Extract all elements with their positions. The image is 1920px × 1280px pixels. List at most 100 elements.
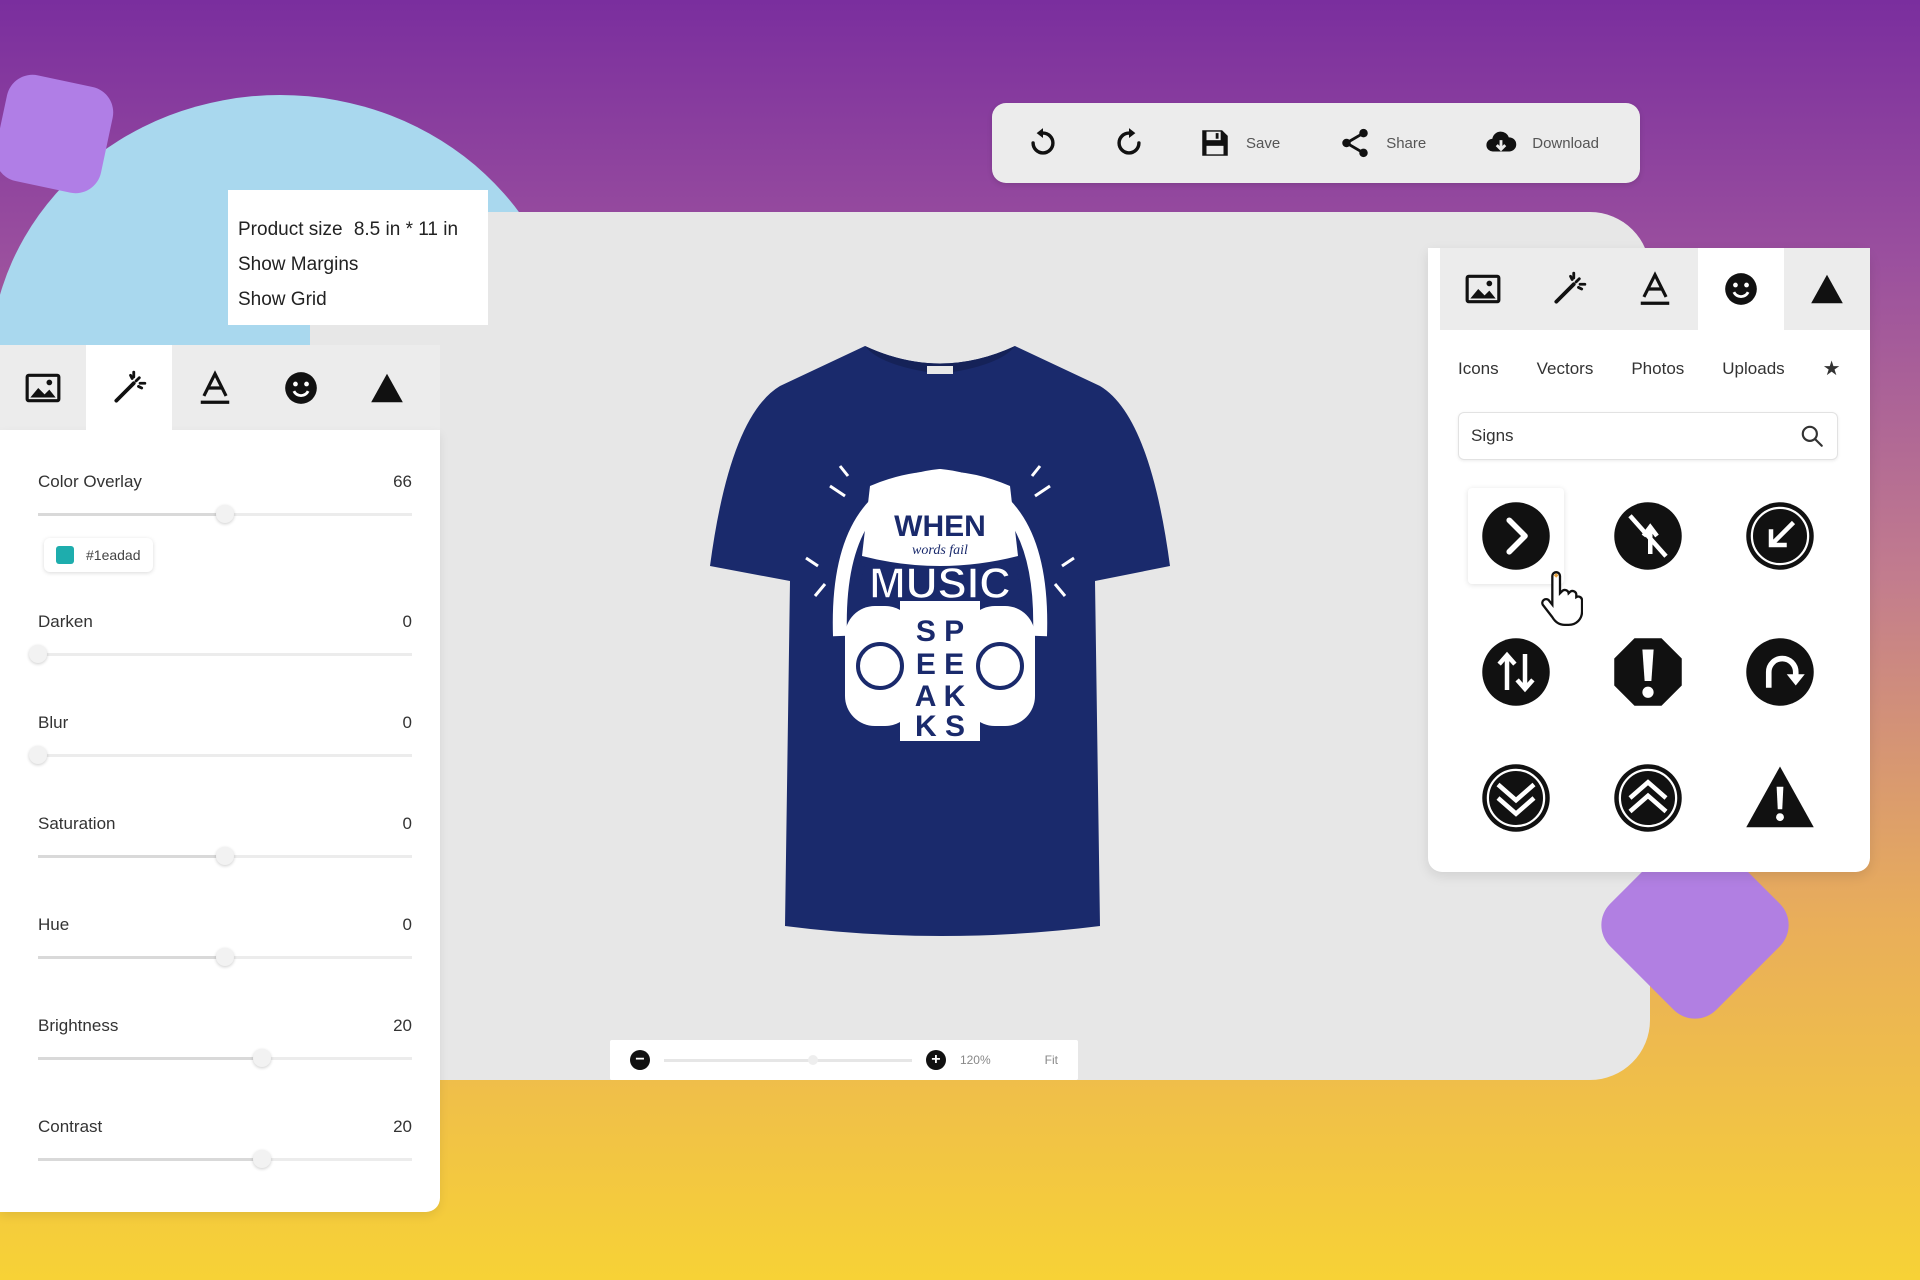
magic-wand-icon [1554, 271, 1587, 304]
exclamation-octagon-sign-icon[interactable] [1600, 624, 1696, 720]
image-icon [1465, 274, 1501, 304]
subtab-uploads[interactable]: Uploads [1722, 359, 1784, 379]
zoom-in-button[interactable]: + [925, 1050, 946, 1070]
slider-color-overlay: Color Overlay 66 [38, 452, 412, 538]
share-button[interactable]: Share [1338, 126, 1426, 160]
double-chevron-down-sign-icon[interactable] [1468, 750, 1564, 846]
slider-value: 0 [402, 713, 412, 732]
share-label: Share [1386, 134, 1427, 152]
slider-fill [38, 855, 225, 858]
slider-value: 66 [393, 472, 412, 491]
text-icon [200, 369, 230, 404]
subtab-icons[interactable]: Icons [1458, 359, 1499, 379]
slider-label: Brightness [38, 1016, 119, 1035]
zoom-slider[interactable] [664, 1054, 912, 1065]
chevron-right-sign-icon[interactable] [1468, 488, 1564, 584]
zoom-level: 120% [959, 1053, 991, 1067]
search-input[interactable] [1471, 426, 1799, 446]
download-label: Download [1532, 134, 1599, 152]
smiley-icon [1725, 273, 1757, 305]
slider-track[interactable] [38, 505, 412, 523]
slider-track[interactable] [38, 1150, 412, 1168]
product-size-label: Product size [238, 219, 343, 240]
color-overlay-swatch[interactable]: #1eadad [44, 538, 153, 572]
slider-thumb[interactable] [253, 1049, 272, 1067]
image-icon [25, 373, 61, 402]
tab-text[interactable] [172, 345, 258, 430]
double-chevron-up-sign-icon[interactable] [1600, 750, 1696, 846]
slider-label: Saturation [38, 814, 116, 833]
slider-thumb[interactable] [216, 948, 234, 966]
slider-track[interactable] [38, 847, 412, 865]
print-text-music: MUSIC [869, 559, 1011, 608]
tshirt-mockup[interactable]: WHEN words fail MUSIC S P E E A K K S [700, 336, 1180, 946]
arrow-down-left-sign-icon[interactable] [1732, 488, 1828, 584]
adjustments-body: Color Overlay 66 #1eadad Darken 0 Blur 0 Satura… [0, 430, 440, 1212]
subtab-photos[interactable]: Photos [1631, 359, 1684, 379]
slider-label: Contrast [38, 1117, 103, 1136]
zoom-fit-button[interactable]: Fit [1045, 1053, 1058, 1067]
slider-thumb[interactable] [29, 645, 47, 663]
tab-clipart[interactable] [258, 345, 344, 430]
no-left-turn-sign-icon[interactable] [1600, 488, 1696, 584]
clipart-search [1458, 412, 1838, 460]
slider-label: Blur [38, 713, 69, 732]
slider-thumb[interactable] [216, 505, 234, 523]
adjustment-sliders: Color Overlay 66 #1eadad Darken 0 Blur 0 Satura… [29, 452, 412, 1198]
slider-brightness: Brightness 20 [38, 996, 412, 1097]
tab-text[interactable] [1612, 248, 1698, 330]
favorites-star-icon[interactable]: ★ [1823, 356, 1841, 381]
search-icon[interactable] [1799, 423, 1825, 449]
tab-image[interactable] [1440, 248, 1526, 330]
tab-effects[interactable] [1526, 248, 1612, 330]
slider-thumb[interactable] [253, 1150, 272, 1168]
shape-triangle-icon [371, 373, 403, 402]
print-text-words-fail: words fail [912, 543, 968, 558]
slider-fill [38, 1158, 263, 1161]
warning-triangle-sign-icon[interactable] [1732, 750, 1828, 846]
tab-shapes[interactable] [1784, 248, 1870, 330]
slider-thumb[interactable] [29, 746, 47, 764]
show-margins-option[interactable]: Show Margins [238, 247, 478, 282]
print-text-when: WHEN [894, 510, 986, 543]
slider-track[interactable] [38, 948, 412, 966]
show-grid-option[interactable]: Show Grid [238, 282, 478, 317]
undo-button[interactable] [1026, 126, 1060, 160]
download-button[interactable]: Download [1484, 126, 1599, 160]
cloud-download-icon [1486, 131, 1517, 152]
tab-clipart[interactable] [1698, 248, 1784, 330]
slider-fill [38, 1057, 263, 1060]
top-toolbar: Save Share Download [992, 103, 1640, 183]
zoom-out-button[interactable]: − [630, 1050, 650, 1070]
adjustments-panel: Color Overlay 66 #1eadad Darken 0 Blur 0 Satura… [0, 345, 440, 1212]
text-icon [1640, 271, 1670, 305]
slider-track[interactable] [29, 746, 412, 764]
swap-vertical-sign-icon[interactable] [1468, 624, 1564, 720]
slider-darken: Darken 0 [29, 592, 412, 693]
slider-track[interactable] [38, 1049, 412, 1067]
color-swatch [56, 546, 74, 564]
right-panel-tabs [1428, 248, 1870, 330]
tab-shapes[interactable] [344, 345, 430, 430]
subtab-vectors[interactable]: Vectors [1537, 359, 1594, 379]
save-button[interactable]: Save [1198, 126, 1280, 160]
slider-saturation: Saturation 0 [38, 794, 412, 895]
slider-hue: Hue 0 [38, 895, 412, 996]
print-text-row2: E E [916, 648, 964, 681]
slider-fill [38, 513, 225, 516]
redo-arrow-sign-icon[interactable] [1732, 624, 1828, 720]
hand-cursor-icon [1541, 571, 1583, 627]
slider-thumb[interactable] [216, 847, 234, 865]
slider-label: Hue [38, 915, 70, 934]
redo-button[interactable] [1112, 126, 1146, 160]
tab-effects[interactable] [86, 345, 172, 430]
slider-value: 0 [402, 814, 412, 833]
slider-label: Color Overlay [38, 472, 142, 491]
save-label: Save [1246, 134, 1281, 152]
magic-wand-icon [114, 370, 147, 403]
tab-image[interactable] [0, 345, 86, 430]
zoom-slider-thumb[interactable] [807, 1054, 818, 1065]
share-icon [1342, 128, 1368, 158]
print-text-row3: A K [915, 680, 966, 713]
slider-track[interactable] [29, 645, 412, 663]
